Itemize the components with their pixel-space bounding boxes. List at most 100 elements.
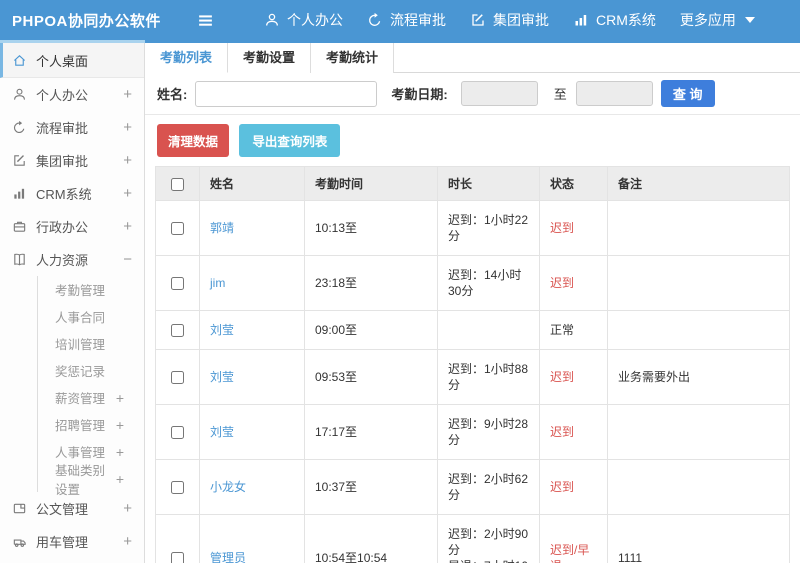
action-toolbar: 清理数据 导出查询列表 — [145, 115, 800, 166]
table-header-row: 姓名 考勤时间 时长 状态 备注 — [155, 166, 790, 201]
employee-name-link[interactable]: 刘莹 — [210, 425, 234, 439]
hamburger-menu-icon[interactable] — [197, 12, 214, 29]
sidebar-item-admin-office[interactable]: 行政办公 + — [0, 210, 144, 243]
topnav-crm-system[interactable]: CRM系统 — [573, 10, 656, 30]
employee-name-link[interactable]: 刘莹 — [210, 370, 234, 384]
sidebar-item-vehicle-management[interactable]: 用车管理 + — [0, 525, 144, 558]
expand-plus-icon[interactable]: + — [123, 120, 132, 135]
sidebar-subitem-label: 招聘管理 — [55, 419, 106, 433]
tab-attendance-list[interactable]: 考勤列表 — [145, 43, 229, 73]
attendance-time: 10:54至10:54 — [304, 514, 438, 563]
tab-attendance-settings[interactable]: 考勤设置 — [228, 43, 312, 73]
row-checkbox[interactable] — [171, 277, 184, 291]
row-checkbox[interactable] — [171, 324, 184, 338]
search-filter-bar: 姓名: 考勤日期: 至 查 询 — [145, 73, 800, 115]
status-badge: 迟到 — [550, 480, 575, 494]
employee-name-link[interactable]: jim — [210, 276, 225, 290]
car-icon — [12, 534, 27, 549]
expand-plus-icon[interactable]: + — [116, 391, 124, 405]
sidebar-subitem-label: 奖惩记录 — [55, 365, 106, 379]
select-all-checkbox[interactable] — [171, 177, 184, 191]
table-row: 刘莹 17:17至 迟到：9小时28分 迟到 — [155, 404, 790, 460]
export-list-button[interactable]: 导出查询列表 — [239, 124, 341, 157]
sidebar-subitem-training-management[interactable]: 培训管理 — [38, 330, 144, 357]
status-badge: 迟到 — [550, 425, 575, 439]
duration: 迟到：14小时30分 — [437, 255, 540, 311]
row-checkbox[interactable] — [171, 552, 184, 563]
date-from-input[interactable] — [460, 81, 538, 106]
note: 1111 — [607, 514, 790, 563]
top-navigation: 个人办公 流程审批 集团审批 CRM系统 更多应用 — [240, 10, 755, 30]
tab-attendance-statistics[interactable]: 考勤统计 — [311, 43, 395, 73]
sidebar-item-crm-system[interactable]: CRM系统 + — [0, 177, 144, 210]
sidebar-item-human-resources[interactable]: 人力资源 − — [0, 243, 144, 276]
expand-plus-icon[interactable]: + — [123, 219, 132, 234]
row-checkbox[interactable] — [171, 426, 184, 440]
topnav-more-apps[interactable]: 更多应用 — [680, 10, 755, 30]
status-badge: 迟到 — [550, 370, 575, 384]
topnav-personal-office[interactable]: 个人办公 — [264, 10, 343, 30]
duration: 迟到：1小时88分 — [437, 349, 540, 405]
doc-icon — [12, 501, 27, 516]
topnav-label: 流程审批 — [390, 12, 446, 28]
table-row: 郭靖 10:13至 迟到：1小时22分 迟到 — [155, 200, 790, 256]
to-label: 至 — [553, 87, 567, 102]
topnav-workflow-approval[interactable]: 流程审批 — [367, 10, 446, 30]
sidebar-item-group-approval[interactable]: 集团审批 + — [0, 144, 144, 177]
collapse-minus-icon[interactable]: − — [123, 252, 132, 267]
table-row: 刘莹 09:53至 迟到：1小时88分 迟到 业务需要外出 — [155, 349, 790, 405]
expand-plus-icon[interactable]: + — [116, 418, 124, 432]
expand-plus-icon[interactable]: + — [123, 186, 132, 201]
home-icon — [12, 53, 27, 68]
sidebar-item-label: 行政办公 — [36, 220, 89, 235]
note — [607, 310, 790, 350]
employee-name-link[interactable]: 刘莹 — [210, 323, 234, 337]
expand-plus-icon[interactable]: + — [123, 534, 132, 549]
note — [607, 200, 790, 256]
date-to-input[interactable] — [575, 81, 653, 106]
clean-data-button[interactable]: 清理数据 — [157, 124, 230, 157]
main-content: 考勤列表 考勤设置 考勤统计 姓名: 考勤日期: 至 查 询 清理数据 导出查询… — [145, 43, 800, 563]
top-bar: PHPOA协同办公软件 个人办公 流程审批 集团审批 CRM系统 更多应用 — [0, 0, 800, 40]
duration — [437, 310, 540, 350]
sidebar-subitem-recruitment-management[interactable]: 招聘管理 + — [38, 411, 144, 438]
sidebar-subitem-label: 薪资管理 — [55, 392, 106, 406]
expand-plus-icon[interactable]: + — [116, 472, 124, 486]
query-button[interactable]: 查 询 — [660, 80, 715, 107]
sidebar-subitem-attendance-management[interactable]: 考勤管理 — [38, 276, 144, 303]
table-row: jim 23:18至 迟到：14小时30分 迟到 — [155, 255, 790, 311]
note — [607, 404, 790, 460]
expand-plus-icon[interactable]: + — [116, 445, 124, 459]
flow-icon — [12, 120, 27, 135]
column-header-note: 备注 — [607, 166, 790, 201]
expand-plus-icon[interactable]: + — [123, 87, 132, 102]
row-checkbox[interactable] — [171, 481, 184, 495]
row-checkbox[interactable] — [171, 371, 184, 385]
sidebar-item-label: 个人桌面 — [36, 53, 89, 69]
name-input[interactable] — [195, 80, 378, 107]
employee-name-link[interactable]: 管理员 — [210, 551, 246, 563]
sidebar-item-label: 用车管理 — [36, 535, 89, 550]
sidebar-item-workflow-approval[interactable]: 流程审批 + — [0, 111, 144, 144]
sidebar-item-personal-office[interactable]: 个人办公 + — [0, 78, 144, 111]
expand-plus-icon[interactable]: + — [123, 501, 132, 516]
row-checkbox[interactable] — [171, 222, 184, 236]
topnav-label: CRM系统 — [596, 12, 656, 28]
sidebar: 个人桌面 个人办公 + 流程审批 + 集团审批 + CRM系统 + 行政办公 +… — [0, 43, 145, 563]
chart-icon — [573, 12, 589, 28]
sidebar-item-label: CRM系统 — [36, 187, 92, 202]
table-row: 刘莹 09:00至 正常 — [155, 310, 790, 350]
employee-name-link[interactable]: 郭靖 — [210, 221, 234, 235]
expand-plus-icon[interactable]: + — [123, 153, 132, 168]
topnav-label: 集团审批 — [493, 12, 549, 28]
duration: 迟到：9小时28分 — [437, 404, 540, 460]
sidebar-subitem-salary-management[interactable]: 薪资管理 + — [38, 384, 144, 411]
sidebar-item-personal-desktop[interactable]: 个人桌面 — [0, 43, 144, 78]
sidebar-submenu-hr: 考勤管理 人事合同 培训管理 奖惩记录 薪资管理 + 招聘管理 + 人事管理 + — [37, 276, 144, 497]
flow-icon — [367, 12, 383, 28]
employee-name-link[interactable]: 小龙女 — [210, 480, 246, 494]
sidebar-subitem-reward-punishment[interactable]: 奖惩记录 — [38, 357, 144, 384]
topnav-group-approval[interactable]: 集团审批 — [470, 10, 549, 30]
sidebar-subitem-base-category-settings[interactable]: 基础类别设置 + — [38, 464, 144, 497]
sidebar-subitem-hr-contract[interactable]: 人事合同 — [38, 303, 144, 330]
